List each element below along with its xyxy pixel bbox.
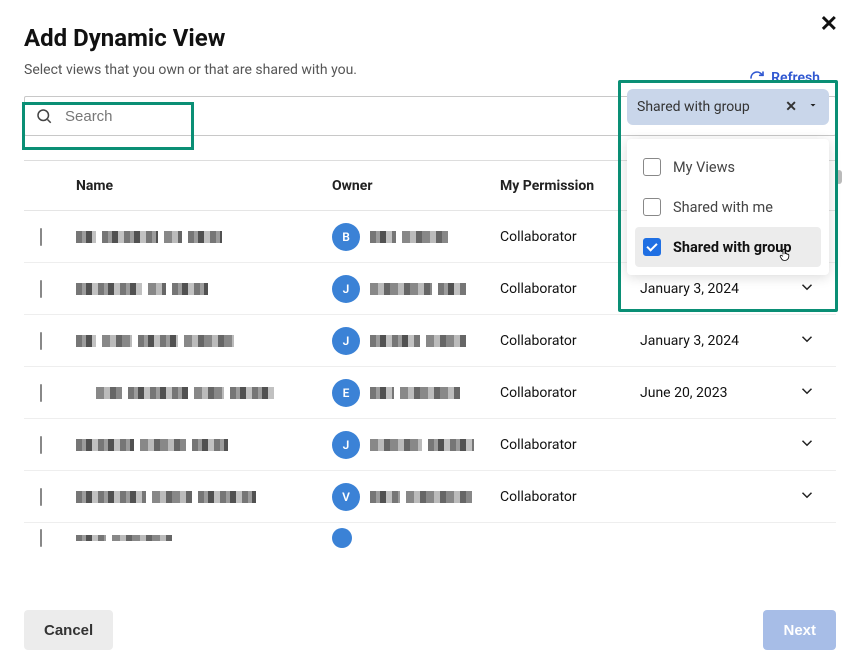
permission-cell: Collaborator	[500, 489, 640, 505]
row-checkbox[interactable]	[40, 332, 42, 350]
filter-option-label: Shared with me	[673, 199, 773, 216]
checkbox-icon	[643, 238, 661, 256]
avatar: V	[332, 483, 360, 511]
view-name	[76, 491, 332, 503]
row-checkbox[interactable]	[40, 529, 42, 547]
chevron-down-icon[interactable]	[807, 99, 819, 115]
owner-cell: J	[332, 327, 500, 355]
table-row: E Collaborator June 20, 2023	[24, 367, 836, 419]
owner-cell: E	[332, 379, 500, 407]
view-name	[76, 283, 332, 295]
filter-option-shared-with-group[interactable]: Shared with group	[635, 227, 821, 267]
avatar: E	[332, 379, 360, 407]
permission-cell: Collaborator	[500, 437, 640, 453]
checkbox-icon	[643, 198, 661, 216]
col-owner: Owner	[332, 178, 500, 194]
avatar: J	[332, 431, 360, 459]
filter-option-shared-with-me[interactable]: Shared with me	[635, 187, 821, 227]
owner-cell	[332, 528, 500, 548]
table-row: V Collaborator	[24, 471, 836, 523]
last-cell: January 3, 2024	[640, 333, 798, 349]
col-name: Name	[76, 178, 332, 194]
row-checkbox[interactable]	[40, 436, 42, 454]
owner-cell: J	[332, 275, 500, 303]
owner-cell: V	[332, 483, 500, 511]
modal-footer: Cancel Next	[24, 610, 836, 650]
filter-option-label: Shared with group	[673, 239, 792, 256]
avatar	[332, 528, 352, 548]
filter-clear-icon[interactable]: ✕	[785, 99, 797, 115]
row-checkbox[interactable]	[40, 488, 42, 506]
view-name	[76, 535, 332, 541]
filter-highlight-box: Shared with group ✕ My Views Shared with…	[618, 80, 838, 312]
owner-cell: J	[332, 431, 500, 459]
last-cell: June 20, 2023	[640, 385, 798, 401]
row-checkbox[interactable]	[40, 280, 42, 298]
expand-row-icon[interactable]	[798, 330, 816, 348]
checkbox-icon	[643, 158, 661, 176]
table-row: J Collaborator	[24, 419, 836, 471]
cancel-button[interactable]: Cancel	[24, 610, 113, 650]
modal-subtitle: Select views that you own or that are sh…	[24, 62, 836, 78]
avatar: J	[332, 275, 360, 303]
view-name	[76, 335, 332, 347]
permission-cell: Collaborator	[500, 385, 640, 401]
permission-cell: Collaborator	[500, 333, 640, 349]
filter-chip-label: Shared with group	[637, 99, 750, 115]
expand-row-icon[interactable]	[798, 434, 816, 452]
row-checkbox[interactable]	[40, 228, 42, 246]
add-dynamic-view-modal: ✕ Add Dynamic View Select views that you…	[0, 0, 860, 672]
view-name	[76, 439, 332, 451]
table-row	[24, 523, 836, 553]
avatar: B	[332, 223, 360, 251]
expand-row-icon[interactable]	[798, 382, 816, 400]
modal-title: Add Dynamic View	[24, 24, 836, 52]
owner-cell: B	[332, 223, 500, 251]
avatar: J	[332, 327, 360, 355]
filter-option-label: My Views	[673, 159, 735, 176]
next-button[interactable]: Next	[763, 610, 836, 650]
expand-row-icon[interactable]	[798, 486, 816, 504]
row-checkbox[interactable]	[40, 384, 42, 402]
filter-chip[interactable]: Shared with group ✕	[627, 89, 829, 125]
close-icon[interactable]: ✕	[820, 14, 838, 36]
search-icon	[35, 107, 53, 125]
view-name	[76, 231, 332, 243]
filter-dropdown: My Views Shared with me Shared with grou…	[627, 139, 829, 275]
table-row: J Collaborator January 3, 2024	[24, 315, 836, 367]
filter-option-my-views[interactable]: My Views	[635, 147, 821, 187]
view-name	[76, 387, 332, 399]
